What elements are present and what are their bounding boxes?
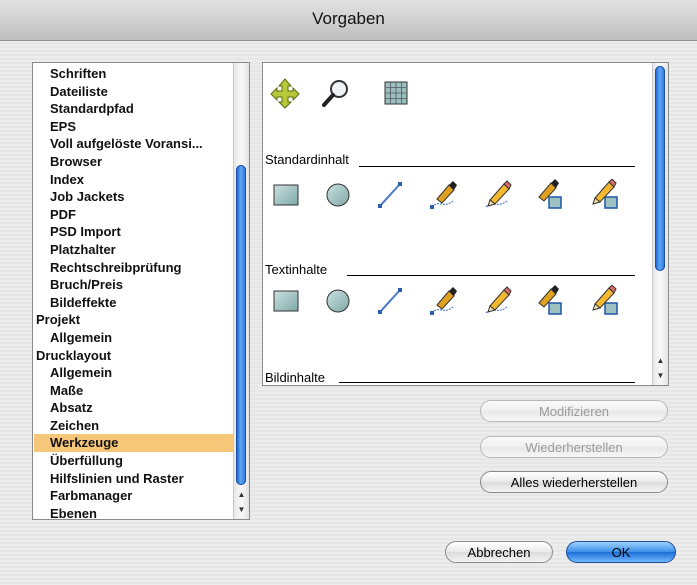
restore-all-button[interactable]: Alles wiederherstellen [480,471,668,493]
sidebar-item[interactable]: Absatz [34,399,234,417]
section-divider [359,166,635,167]
sidebar-item[interactable]: Allgemein [34,364,234,382]
preferences-category-list[interactable]: Schriften Dateiliste Standardpfad EPS Voll a… [32,62,250,520]
sidebar-item[interactable]: Bildeffekte [34,294,234,312]
sidebar-item[interactable]: Standardpfad [34,100,234,118]
section-title-textinhalte: Textinhalte [265,262,328,277]
sidebar-item[interactable]: Platzhalter [34,241,234,259]
sidebar-item[interactable]: Farbmanager [34,487,234,505]
bezier-pen-icon[interactable] [429,285,459,317]
bezier-pen-icon[interactable] [429,179,459,211]
modify-button[interactable]: Modifizieren [480,400,668,422]
scroll-down-arrow-icon[interactable]: ▼ [234,502,249,517]
sidebar-item[interactable]: Projekt [34,311,234,329]
tools-preview-panel: Standardinhalt Textinhalte Bildinhalte ▲… [262,62,669,386]
restore-button[interactable]: Wiederherstellen [480,436,668,458]
scroll-down-arrow-icon[interactable]: ▼ [653,368,668,383]
bezier-box-pen-icon[interactable] [535,285,565,317]
sidebar-item[interactable]: PDF [34,206,234,224]
ok-button[interactable]: OK [566,541,676,563]
move-tool-icon[interactable] [270,77,300,109]
sidebar-item[interactable]: Browser [34,153,234,171]
sidebar-item[interactable]: Job Jackets [34,188,234,206]
cancel-button[interactable]: Abbrechen [445,541,553,563]
sidebar-item[interactable]: Hilfslinien und Raster [34,470,234,488]
line-tool-icon[interactable] [375,285,405,317]
category-list-scrollbar[interactable]: ▲ ▼ [233,63,249,519]
sidebar-item[interactable]: Index [34,171,234,189]
bezier-box-pen-icon[interactable] [535,179,565,211]
tools-panel-scroll-thumb[interactable] [655,66,665,271]
section-title-bildinhalte: Bildinhalte [265,370,325,385]
sidebar-item[interactable]: Rechtschreibprüfung [34,259,234,277]
sidebar-item[interactable]: EPS [34,118,234,136]
scroll-up-arrow-icon[interactable]: ▲ [653,353,668,368]
freehand-pencil-icon[interactable] [483,179,513,211]
section-title-standardinhalt: Standardinhalt [265,152,349,167]
sidebar-item[interactable]: Bruch/Preis [34,276,234,294]
sidebar-item[interactable]: Allgemein [34,329,234,347]
sidebar-item[interactable]: Dateiliste [34,83,234,101]
freehand-box-pencil-icon[interactable] [591,284,621,317]
oval-box-icon[interactable] [323,179,353,211]
line-tool-icon[interactable] [375,179,405,211]
rectangle-box-icon[interactable] [271,285,301,317]
sidebar-item[interactable]: Zeichen [34,417,234,435]
section-divider [339,382,635,383]
scroll-up-arrow-icon[interactable]: ▲ [234,487,249,502]
sidebar-item[interactable]: Werkzeuge [34,434,234,453]
sidebar-item[interactable]: Voll aufgelöste Voransi... [34,135,234,153]
zoom-tool-icon[interactable] [321,77,351,109]
table-tool-icon[interactable] [381,77,411,109]
freehand-pencil-icon[interactable] [483,285,513,317]
sidebar-item[interactable]: PSD Import [34,223,234,241]
oval-box-icon[interactable] [323,285,353,317]
sidebar-item[interactable]: Drucklayout [34,347,234,365]
sidebar-item[interactable]: Schriften [34,65,234,83]
window-title: Vorgaben [0,0,697,41]
category-items: Schriften Dateiliste Standardpfad EPS Voll a… [34,65,234,519]
sidebar-item[interactable]: Überfüllung [34,452,234,470]
category-list-scroll-thumb[interactable] [236,165,246,485]
section-divider [347,275,635,276]
tools-panel-scrollbar[interactable]: ▲ ▼ [652,63,668,385]
rectangle-box-icon[interactable] [271,179,301,211]
sidebar-item[interactable]: Ebenen [34,505,234,519]
freehand-box-pencil-icon[interactable] [591,178,621,211]
sidebar-item[interactable]: Maße [34,382,234,400]
